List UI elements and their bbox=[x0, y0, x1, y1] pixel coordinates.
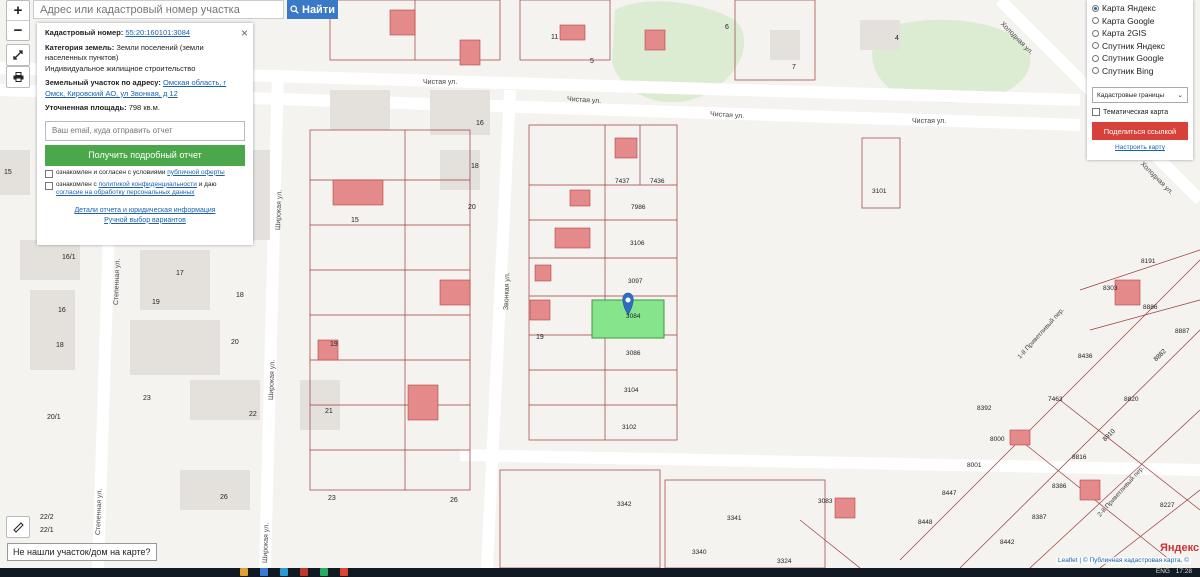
area-label: Уточненная площадь: bbox=[45, 103, 127, 112]
measure-button[interactable] bbox=[6, 516, 30, 538]
radio-icon bbox=[1092, 54, 1099, 62]
radio-icon bbox=[1092, 29, 1099, 37]
get-report-button[interactable]: Получить подробный отчет bbox=[45, 144, 245, 166]
thematic-label: Тематическая карта bbox=[1103, 108, 1169, 116]
radio-icon bbox=[1092, 4, 1099, 12]
layer-option-google-satellite[interactable]: Спутник Google bbox=[1092, 52, 1188, 65]
search-button-label: Найти bbox=[302, 3, 335, 16]
thematic-checkbox[interactable] bbox=[1092, 108, 1100, 116]
radio-icon bbox=[1092, 17, 1099, 25]
category-row: Категория земель: Земли поселений (земли… bbox=[45, 43, 245, 75]
cadastral-row: Кадастровый номер: 55:20:160101:3084 bbox=[45, 28, 245, 39]
address-label: Земельный участок по адресу: bbox=[45, 78, 161, 87]
print-button[interactable] bbox=[6, 66, 30, 88]
attrib-text[interactable]: © Публичная кадастровая карта, © bbox=[1083, 557, 1189, 564]
privacy-text: ознакомлен с bbox=[56, 180, 97, 188]
privacy-checkbox[interactable] bbox=[45, 181, 53, 190]
app-icon[interactable] bbox=[340, 568, 348, 576]
chevron-down-icon: ⌄ bbox=[1177, 92, 1183, 99]
taskbar: ENG 17:28 bbox=[0, 568, 1200, 577]
app-icon[interactable] bbox=[240, 568, 248, 576]
layer-option-label: Спутник Google bbox=[1102, 53, 1164, 64]
details-link[interactable]: Детали отчета и юридическая информация bbox=[74, 207, 215, 214]
layer-option-label: Спутник Яндекс bbox=[1102, 40, 1165, 51]
configure-map-link[interactable]: Настроить карту bbox=[1092, 144, 1188, 151]
printer-icon bbox=[13, 72, 23, 82]
thematic-map-toggle[interactable]: Тематическая карта bbox=[1092, 108, 1188, 116]
search-icon bbox=[290, 5, 299, 14]
app-icon[interactable] bbox=[260, 568, 268, 576]
leaflet-link[interactable]: Leaflet bbox=[1058, 557, 1078, 564]
share-link-button[interactable]: Поделиться ссылкой bbox=[1092, 122, 1188, 140]
overlay-select-value: Кадастровые границы bbox=[1097, 91, 1165, 99]
layer-option-yandex-satellite[interactable]: Спутник Яндекс bbox=[1092, 40, 1188, 53]
map-attribution: Leaflet | © Публичная кадастровая карта,… bbox=[1056, 557, 1191, 564]
layer-option-google-map[interactable]: Карта Google bbox=[1092, 15, 1188, 28]
layer-option-label: Карта Google bbox=[1102, 15, 1155, 26]
parcel-info-popup: × Кадастровый номер: 55:20:160101:3084 К… bbox=[37, 23, 253, 245]
layer-option-bing-satellite[interactable]: Спутник Bing bbox=[1092, 65, 1188, 78]
personal-data-link[interactable]: согласие на обработку персональных данны… bbox=[56, 189, 195, 196]
app-icon[interactable] bbox=[280, 568, 288, 576]
offer-checkbox-row: ознакомлен и согласен с условиями публич… bbox=[45, 169, 245, 178]
radio-icon bbox=[1092, 42, 1099, 50]
offer-checkbox[interactable] bbox=[45, 169, 53, 178]
area-row: Уточненная площадь: 798 кв.м. bbox=[45, 103, 245, 114]
report-links: Детали отчета и юридическая информация Р… bbox=[45, 206, 245, 226]
fullscreen-button[interactable] bbox=[6, 44, 30, 66]
ruler-icon bbox=[12, 521, 24, 533]
privacy-mid-text: и даю bbox=[198, 180, 217, 188]
search-box bbox=[33, 0, 284, 19]
offer-link[interactable]: публичной оферты bbox=[167, 169, 224, 176]
category-label: Категория земель: bbox=[45, 42, 115, 52]
privacy-policy-link[interactable]: политикой конфиденциальности bbox=[99, 181, 197, 188]
layer-option-yandex-map[interactable]: Карта Яндекс bbox=[1092, 2, 1188, 15]
overlay-select[interactable]: Кадастровые границы ⌄ bbox=[1092, 87, 1188, 103]
usage-value: Индивидуальное жилищное строительство bbox=[45, 63, 196, 73]
search-input[interactable] bbox=[34, 1, 283, 18]
email-field[interactable] bbox=[45, 120, 245, 141]
not-found-button[interactable]: Не нашли участок/дом на карте? bbox=[7, 543, 157, 561]
offer-text: ознакомлен и согласен с условиями bbox=[56, 168, 166, 176]
expand-icon bbox=[13, 50, 23, 60]
cadastral-number-link[interactable]: 55:20:160101:3084 bbox=[125, 28, 190, 37]
close-icon[interactable]: × bbox=[241, 25, 248, 42]
privacy-checkbox-row: ознакомлен с политикой конфиденциальност… bbox=[45, 181, 245, 199]
yandex-logo: Яндекс bbox=[1160, 542, 1200, 554]
area-value: 798 кв.м. bbox=[128, 103, 160, 112]
search-button[interactable]: Найти bbox=[287, 0, 338, 19]
layer-switcher: Карта Яндекс Карта Google Карта 2GIS Спу… bbox=[1087, 0, 1193, 160]
layer-option-2gis-map[interactable]: Карта 2GIS bbox=[1092, 27, 1188, 40]
manual-choice-link[interactable]: Ручной выбор вариантов bbox=[104, 217, 186, 224]
taskbar-apps bbox=[240, 568, 348, 576]
language-indicator[interactable]: ENG bbox=[1156, 568, 1170, 575]
zoom-out-button[interactable]: − bbox=[7, 20, 29, 40]
zoom-in-button[interactable]: + bbox=[7, 1, 29, 20]
address-row: Земельный участок по адресу: Омская обла… bbox=[45, 78, 245, 99]
layer-option-label: Спутник Bing bbox=[1102, 65, 1154, 76]
clock[interactable]: 17:28 bbox=[1176, 568, 1192, 575]
cadastral-label: Кадастровый номер: bbox=[45, 28, 124, 37]
layer-option-label: Карта 2GIS bbox=[1102, 28, 1147, 39]
app-icon[interactable] bbox=[300, 568, 308, 576]
radio-icon bbox=[1092, 67, 1099, 75]
zoom-control: + − bbox=[6, 0, 30, 41]
layer-option-label: Карта Яндекс bbox=[1102, 3, 1156, 14]
app-icon[interactable] bbox=[320, 568, 328, 576]
